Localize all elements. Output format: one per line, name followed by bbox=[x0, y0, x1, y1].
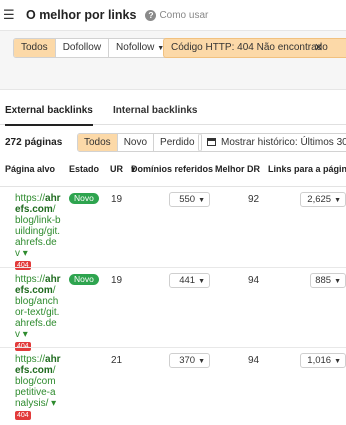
chevron-down-icon: ▼ bbox=[334, 197, 341, 204]
help-link[interactable]: Como usar bbox=[159, 10, 208, 21]
hamburger-icon[interactable]: ☰ bbox=[3, 7, 19, 23]
chevron-down-icon: ▼ bbox=[334, 358, 341, 365]
table-header: Página alvo Estado UR Domínios referidos… bbox=[0, 164, 346, 176]
http-code-filter-label: Código HTTP: 404 Não encontrado bbox=[171, 42, 328, 53]
best-dr-value: 94 bbox=[248, 275, 260, 286]
col-dominios-label: Domínios referidos bbox=[131, 164, 214, 174]
tab-internal-backlinks[interactable]: Internal backlinks bbox=[113, 105, 197, 116]
pages-count: 272 páginas bbox=[5, 137, 63, 148]
status-filter: Todos Novo Perdido bbox=[77, 133, 202, 152]
referring-domains-dropdown[interactable]: 550 ▼ bbox=[169, 192, 210, 207]
filter-bar: Todos Dofollow Nofollow ▼ Código HTTP: 4… bbox=[0, 30, 346, 90]
http-404-badge: 404 bbox=[15, 411, 31, 420]
status-badge: Novo bbox=[69, 193, 99, 204]
ur-value: 21 bbox=[111, 355, 123, 366]
sort-desc-icon: ▾ bbox=[131, 164, 136, 174]
tab-external-backlinks[interactable]: External backlinks bbox=[5, 105, 93, 126]
chevron-down-icon: ▼ bbox=[198, 197, 205, 204]
page-links-dropdown[interactable]: 1,016 ▼ bbox=[300, 353, 346, 368]
col-melhor-dr[interactable]: Melhor DR bbox=[215, 164, 260, 174]
ur-value: 19 bbox=[111, 194, 123, 205]
filter-dofollow[interactable]: Dofollow bbox=[54, 39, 108, 57]
backlink-tabs: External backlinks Internal backlinks bbox=[0, 100, 346, 126]
chevron-down-icon[interactable]: ▾ bbox=[23, 329, 28, 340]
ur-value: 19 bbox=[111, 275, 123, 286]
best-dr-value: 94 bbox=[248, 355, 260, 366]
chevron-down-icon[interactable]: ▾ bbox=[51, 398, 56, 409]
history-button[interactable]: Mostrar histórico: Últimos 30 dia bbox=[198, 133, 346, 152]
status-badge: Novo bbox=[69, 274, 99, 285]
table-row: https://ahrefs.com/blog/anchor-text/git.… bbox=[0, 268, 346, 351]
http-code-filter-chip[interactable]: Código HTTP: 404 Não encontrado ✕ bbox=[163, 38, 346, 58]
col-ur[interactable]: UR bbox=[110, 164, 123, 174]
status-todos[interactable]: Todos bbox=[78, 134, 117, 151]
chevron-down-icon[interactable]: ▾ bbox=[23, 248, 28, 259]
link-type-filter: Todos Dofollow Nofollow ▼ bbox=[13, 38, 173, 58]
help-icon[interactable]: ? bbox=[145, 9, 157, 21]
chevron-down-icon: ▼ bbox=[334, 278, 341, 285]
target-page-link[interactable]: https://ahrefs.com/blog/link-building/gi… bbox=[15, 193, 61, 270]
page-links-dropdown[interactable]: 885 ▼ bbox=[310, 273, 346, 288]
top-bar: ☰ O melhor por links ? Como usar bbox=[0, 0, 346, 30]
col-estado[interactable]: Estado bbox=[69, 164, 99, 174]
col-pagina-alvo[interactable]: Página alvo bbox=[5, 164, 55, 174]
referring-domains-dropdown[interactable]: 441 ▼ bbox=[169, 273, 210, 288]
referring-domains-dropdown[interactable]: 370 ▼ bbox=[169, 353, 210, 368]
calendar-icon bbox=[207, 138, 216, 146]
sub-toolbar: 272 páginas Todos Novo Perdido Mostrar h… bbox=[0, 133, 346, 153]
page-title: O melhor por links bbox=[26, 8, 137, 22]
chevron-down-icon: ▼ bbox=[198, 358, 205, 365]
col-links-para-pagina[interactable]: Links para a página bbox=[268, 164, 346, 174]
close-icon[interactable]: ✕ bbox=[314, 39, 323, 57]
history-label: Mostrar histórico: Últimos 30 dia bbox=[221, 137, 346, 148]
status-novo[interactable]: Novo bbox=[116, 134, 153, 151]
filter-todos[interactable]: Todos bbox=[14, 39, 55, 57]
page-links-dropdown[interactable]: 2,625 ▼ bbox=[300, 192, 346, 207]
chevron-down-icon: ▼ bbox=[198, 278, 205, 285]
target-page-link[interactable]: https://ahrefs.com/blog/competitive-anal… bbox=[15, 354, 61, 420]
target-page-link[interactable]: https://ahrefs.com/blog/anchor-text/git.… bbox=[15, 274, 61, 351]
status-perdido[interactable]: Perdido bbox=[153, 134, 200, 151]
filter-nofollow[interactable]: Nofollow ▼ bbox=[108, 39, 171, 57]
best-dr-value: 92 bbox=[248, 194, 260, 205]
table-row: https://ahrefs.com/blog/competitive-anal… bbox=[0, 348, 346, 425]
filter-nofollow-label: Nofollow bbox=[116, 42, 155, 53]
table-row: https://ahrefs.com/blog/link-building/gi… bbox=[0, 187, 346, 270]
